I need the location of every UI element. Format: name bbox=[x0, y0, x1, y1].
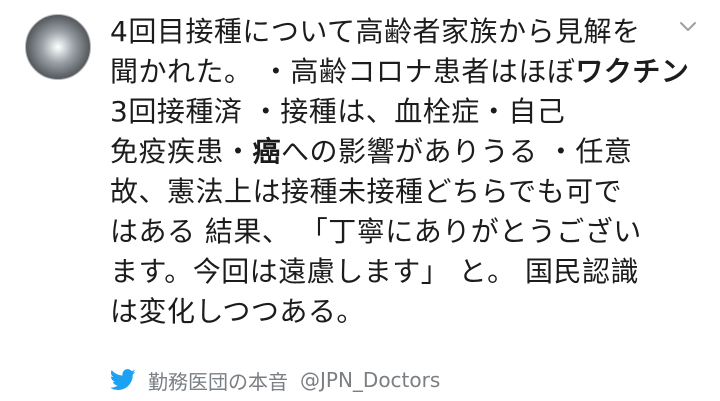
tweet-footer: 勤務医団の本音 @JPN_Doctors bbox=[110, 365, 440, 395]
tweet-line: 3回接種済 ・接種は、血栓症・自己 bbox=[110, 95, 566, 128]
tweet-text: 4回目接種について高齢者家族から見解を 聞かれた。 ・高齢コロナ患者はほぼワクチ… bbox=[110, 12, 690, 332]
highlight-vaccine-part1: ワクチン bbox=[575, 55, 690, 88]
twitter-bird-icon bbox=[110, 369, 136, 390]
tweet-line: はある 結果、 「丁寧にありがとうござい bbox=[110, 215, 642, 248]
tweet-line: ます。今回は遠慮します」 と。 国民認識 bbox=[110, 255, 640, 288]
avatar[interactable] bbox=[25, 14, 91, 80]
tweet-line: 免疫疾患・癌への影響がありうる ・任意 bbox=[110, 135, 633, 168]
tweet-line: 故、憲法上は接種未接種どちらでも可で bbox=[110, 175, 623, 208]
tweet-line: 4回目接種について高齢者家族から見解を bbox=[110, 15, 641, 48]
highlight-cancer: 癌 bbox=[252, 135, 282, 168]
author-name[interactable]: 勤務医団の本音 bbox=[148, 366, 288, 395]
author-handle[interactable]: @JPN_Doctors bbox=[300, 368, 440, 392]
tweet-line: 聞かれた。 ・高齢コロナ患者はほぼワクチン bbox=[110, 55, 690, 88]
tweet-line: は変化しつつある。 bbox=[110, 295, 365, 328]
chevron-down-icon[interactable] bbox=[676, 14, 700, 38]
